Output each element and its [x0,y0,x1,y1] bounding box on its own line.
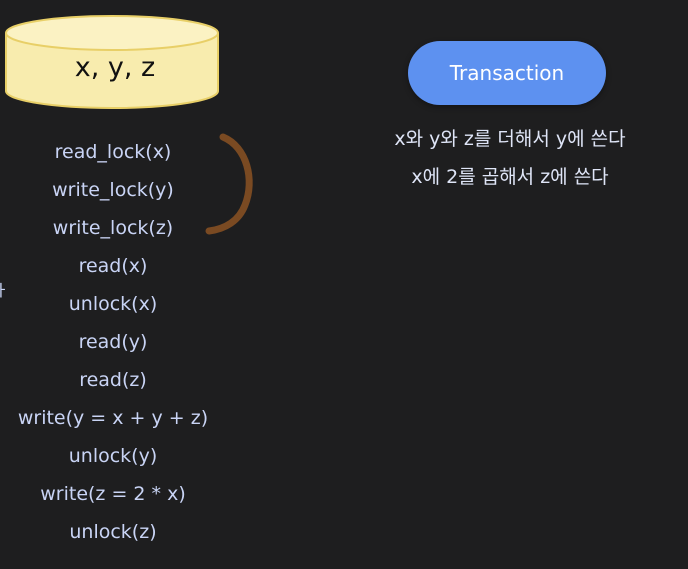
operation-list: read_lock(x) write_lock(y) write_lock(z)… [0,133,226,551]
operation-item: write(z = 2 * x) [40,483,186,505]
operation-item: read(y) [78,331,148,353]
operation-item: read_lock(x) [54,141,172,163]
operation-item: unlock(z) [69,521,157,543]
operation-item: unlock(y) [68,445,158,467]
description-line: x에 2를 곱해서 z에 쓴다 [411,166,609,188]
lock-group-brace-icon [205,133,253,235]
operation-item: unlock(x) [68,293,158,315]
description-line: x와 y와 z를 더해서 y에 쓴다 [394,128,626,150]
operation-item: write_lock(y) [52,179,174,201]
operation-item: read(x) [78,255,148,277]
database-cylinder: x, y, z [0,0,230,120]
transaction-button[interactable]: Transaction [408,41,606,105]
transaction-description: x와 y와 z를 더해서 y에 쓴다 x에 2를 곱해서 z에 쓴다 [310,120,688,196]
operation-item: read(z) [79,369,147,391]
operation-item: write_lock(z) [52,217,174,239]
database-label: x, y, z [74,52,156,83]
operation-item: write(y = x + y + z) [17,407,209,429]
